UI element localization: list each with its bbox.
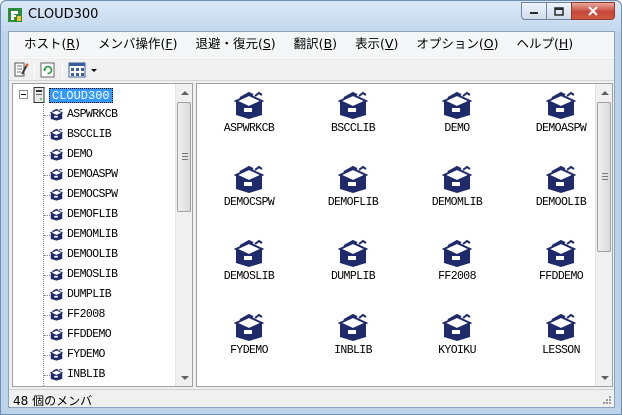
menu-member-ops[interactable]: メンバ操作(F) [89, 32, 186, 56]
maximize-icon [554, 6, 564, 16]
library-icon [440, 90, 474, 120]
library-icon [49, 327, 64, 342]
library-icon [49, 227, 64, 242]
library-icon [49, 167, 64, 182]
member-item[interactable]: DEMOSLIB [197, 238, 301, 312]
member-vertical-scrollbar[interactable] [595, 84, 612, 386]
app-window: CLOUD300 ホスト(R) メンバ操作(F) 退避・復元(S) 翻訳(B) … [0, 0, 622, 415]
client-area: ホスト(R) メンバ操作(F) 退避・復元(S) 翻訳(B) 表示(V) オプシ… [8, 31, 615, 408]
view-mode-dropdown-arrow[interactable] [91, 69, 97, 72]
scroll-up-button[interactable] [596, 84, 612, 101]
server-icon [33, 87, 45, 103]
menu-bar: ホスト(R) メンバ操作(F) 退避・復元(S) 翻訳(B) 表示(V) オプシ… [9, 32, 614, 56]
menu-translate[interactable]: 翻訳(B) [285, 32, 346, 56]
menu-options[interactable]: オプション(O) [407, 32, 507, 56]
window-title: CLOUD300 [28, 7, 99, 22]
arrow-down-icon [180, 375, 189, 380]
library-icon [336, 238, 370, 268]
library-icon [232, 164, 266, 194]
library-icon [544, 238, 578, 268]
scroll-down-button[interactable] [596, 369, 612, 386]
library-icon [232, 90, 266, 120]
close-button[interactable] [571, 2, 615, 20]
collapse-toggle[interactable] [19, 90, 28, 99]
caption-buttons [521, 2, 615, 21]
library-icon [544, 90, 578, 120]
toolbar-separator [62, 62, 63, 78]
arrow-down-icon [600, 375, 609, 380]
member-item[interactable]: DEMOMLIB [405, 164, 509, 238]
maximize-button[interactable] [546, 2, 572, 20]
library-icon [49, 267, 64, 282]
tree-pane[interactable]: CLOUD300 ASPWRKCB BSCCLIB DEMO DEMOASPW … [12, 83, 193, 387]
menu-help[interactable]: ヘルプ(H) [508, 32, 583, 56]
library-icon [232, 238, 266, 268]
scroll-down-button[interactable] [176, 369, 192, 386]
member-item[interactable]: DEMO [405, 90, 509, 164]
library-icon [49, 287, 64, 302]
menu-view[interactable]: 表示(V) [346, 32, 407, 56]
arrow-up-icon [180, 90, 189, 95]
member-item[interactable]: DEMOFLIB [301, 164, 405, 238]
minimize-icon [530, 12, 538, 14]
tree-guide-line [43, 104, 44, 386]
library-icon [544, 312, 578, 342]
member-item[interactable]: BSCCLIB [301, 90, 405, 164]
arrow-up-icon [600, 90, 609, 95]
member-item[interactable]: KYOIKU [405, 312, 509, 386]
member-grid: ASPWRKCB BSCCLIB DEMO DEMOASPW DEMOCSPW … [197, 84, 595, 386]
library-icon [232, 312, 266, 342]
library-icon [336, 312, 370, 342]
title-bar[interactable]: CLOUD300 [1, 1, 621, 31]
toolbar [9, 57, 614, 81]
minimize-button[interactable] [521, 2, 547, 20]
library-icon [544, 164, 578, 194]
member-icon-pane[interactable]: ASPWRKCB BSCCLIB DEMO DEMOASPW DEMOCSPW … [196, 83, 613, 387]
member-item[interactable]: INBLIB [301, 312, 405, 386]
view-mode-icon[interactable] [68, 61, 86, 79]
properties-icon[interactable] [12, 61, 30, 79]
scroll-thumb[interactable] [177, 102, 191, 212]
library-icon [49, 187, 64, 202]
tree-vertical-scrollbar[interactable] [175, 84, 192, 386]
library-icon [49, 107, 64, 122]
library-icon [440, 164, 474, 194]
library-icon [49, 207, 64, 222]
refresh-icon[interactable] [39, 61, 57, 79]
library-icon [440, 238, 474, 268]
toolbar-separator [34, 62, 35, 78]
library-icon [49, 247, 64, 262]
app-icon [8, 8, 22, 22]
library-icon [49, 307, 64, 322]
scroll-up-button[interactable] [176, 84, 192, 101]
close-icon [588, 6, 598, 16]
library-icon [49, 367, 64, 382]
library-icon [336, 90, 370, 120]
library-icon [440, 312, 474, 342]
library-icon [336, 164, 370, 194]
library-icon [49, 347, 64, 362]
member-count: 48 個のメンバ [13, 394, 93, 408]
resize-grip-icon[interactable] [600, 393, 612, 405]
member-item[interactable]: FYDEMO [197, 312, 301, 386]
library-icon [49, 127, 64, 142]
library-icon [49, 147, 64, 162]
member-item[interactable]: ASPWRKCB [197, 90, 301, 164]
member-item[interactable]: FF2008 [405, 238, 509, 312]
tree-root-label: CLOUD300 [49, 88, 113, 103]
member-item[interactable]: DEMOCSPW [197, 164, 301, 238]
menu-host[interactable]: ホスト(R) [15, 32, 89, 56]
menu-backup-restore[interactable]: 退避・復元(S) [186, 32, 284, 56]
member-item[interactable]: DUMPLIB [301, 238, 405, 312]
scroll-thumb[interactable] [597, 102, 611, 252]
status-bar: 48 個のメンバ [9, 389, 614, 408]
